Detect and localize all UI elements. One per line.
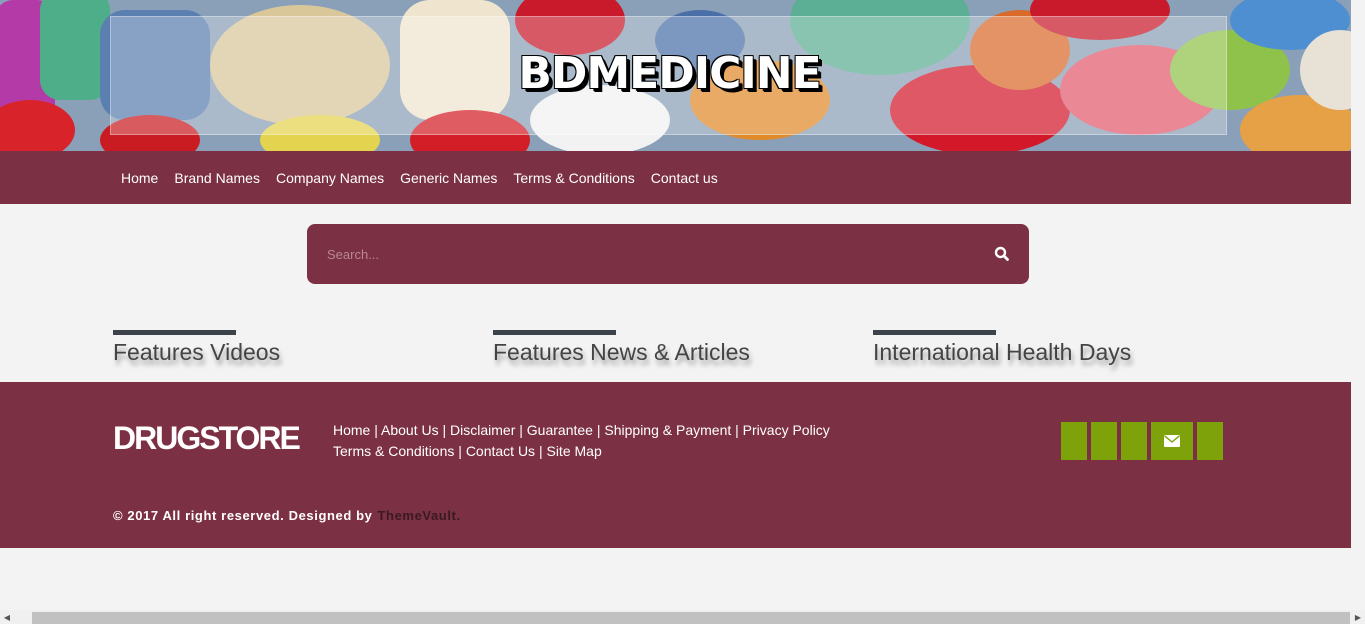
feature-heading: International Health Days bbox=[873, 339, 1132, 365]
nav-item-home[interactable]: Home bbox=[113, 170, 166, 186]
social-icon[interactable] bbox=[1121, 422, 1147, 460]
feature-health-days: International Health Days bbox=[873, 330, 1131, 366]
heading-bar bbox=[873, 330, 996, 335]
nav-item-terms-conditions[interactable]: Terms & Conditions bbox=[505, 170, 642, 186]
nav-item-generic-names[interactable]: Generic Names bbox=[392, 170, 505, 186]
nav-list: Home Brand Names Company Names Generic N… bbox=[113, 151, 726, 204]
footer-link-guarantee[interactable]: Guarantee bbox=[527, 422, 593, 438]
link-separator: | bbox=[370, 422, 382, 438]
site-title[interactable]: BDMEDICINE bbox=[0, 44, 1339, 104]
vertical-scrollbar[interactable] bbox=[1351, 0, 1365, 610]
copyright-notice: © 2017 All right reserved. Designed by Th… bbox=[113, 508, 461, 523]
social-icon[interactable] bbox=[1061, 422, 1087, 460]
footer-link-home[interactable]: Home bbox=[333, 422, 370, 438]
social-links bbox=[1061, 422, 1223, 460]
scroll-right-arrow-icon[interactable]: ▶ bbox=[1351, 610, 1365, 624]
search-icon[interactable] bbox=[993, 245, 1011, 263]
search-input[interactable] bbox=[307, 224, 967, 284]
footer-link-site-map[interactable]: Site Map bbox=[546, 443, 601, 459]
link-separator: | bbox=[535, 443, 547, 459]
footer-logo[interactable]: DRUGSTORE bbox=[113, 420, 301, 457]
scroll-left-arrow-icon[interactable]: ◀ bbox=[0, 610, 14, 624]
scrollbar-thumb[interactable] bbox=[32, 612, 1350, 624]
social-icon[interactable] bbox=[1091, 422, 1117, 460]
nav-item-contact-us[interactable]: Contact us bbox=[643, 170, 726, 186]
link-separator: | bbox=[731, 422, 743, 438]
footer-link-privacy-policy[interactable]: Privacy Policy bbox=[743, 422, 830, 438]
horizontal-scrollbar[interactable]: ◀ ▶ bbox=[0, 610, 1365, 624]
social-icon[interactable] bbox=[1197, 422, 1223, 460]
feature-heading: Features News & Articles bbox=[493, 339, 750, 365]
footer-link-about-us[interactable]: About Us bbox=[381, 422, 439, 438]
header-banner: BDMEDICINE bbox=[0, 0, 1351, 151]
footer-links-row: Terms & Conditions | Contact Us | Site M… bbox=[333, 441, 853, 462]
footer-link-terms-conditions[interactable]: Terms & Conditions bbox=[333, 443, 454, 459]
footer-links-row: Home | About Us | Disclaimer | Guarantee… bbox=[333, 420, 853, 441]
footer-links: Home | About Us | Disclaimer | Guarantee… bbox=[333, 420, 853, 462]
link-separator: | bbox=[592, 422, 605, 438]
link-separator: | bbox=[454, 443, 466, 459]
envelope-glyph bbox=[1164, 435, 1180, 447]
heading-bar bbox=[113, 330, 236, 335]
search-bar bbox=[307, 224, 1029, 284]
heading-bar bbox=[493, 330, 616, 335]
footer-link-disclaimer[interactable]: Disclaimer bbox=[450, 422, 515, 438]
nav-item-company-names[interactable]: Company Names bbox=[268, 170, 392, 186]
site-footer: DRUGSTORE Home | About Us | Disclaimer |… bbox=[0, 382, 1351, 548]
footer-link-contact-us[interactable]: Contact Us bbox=[466, 443, 535, 459]
main-nav: Home Brand Names Company Names Generic N… bbox=[0, 151, 1351, 204]
designer-link[interactable]: ThemeVault. bbox=[378, 508, 461, 523]
nav-item-brand-names[interactable]: Brand Names bbox=[166, 170, 268, 186]
feature-news-articles: Features News & Articles bbox=[493, 330, 750, 366]
link-separator: | bbox=[438, 422, 451, 438]
link-separator: | bbox=[515, 422, 527, 438]
envelope-icon[interactable] bbox=[1151, 422, 1193, 460]
footer-link-shipping-payment[interactable]: Shipping & Payment bbox=[604, 422, 731, 438]
feature-heading: Features Videos bbox=[113, 339, 281, 365]
copyright-text: © 2017 All right reserved. Designed by bbox=[113, 508, 373, 523]
feature-videos: Features Videos bbox=[113, 330, 280, 366]
